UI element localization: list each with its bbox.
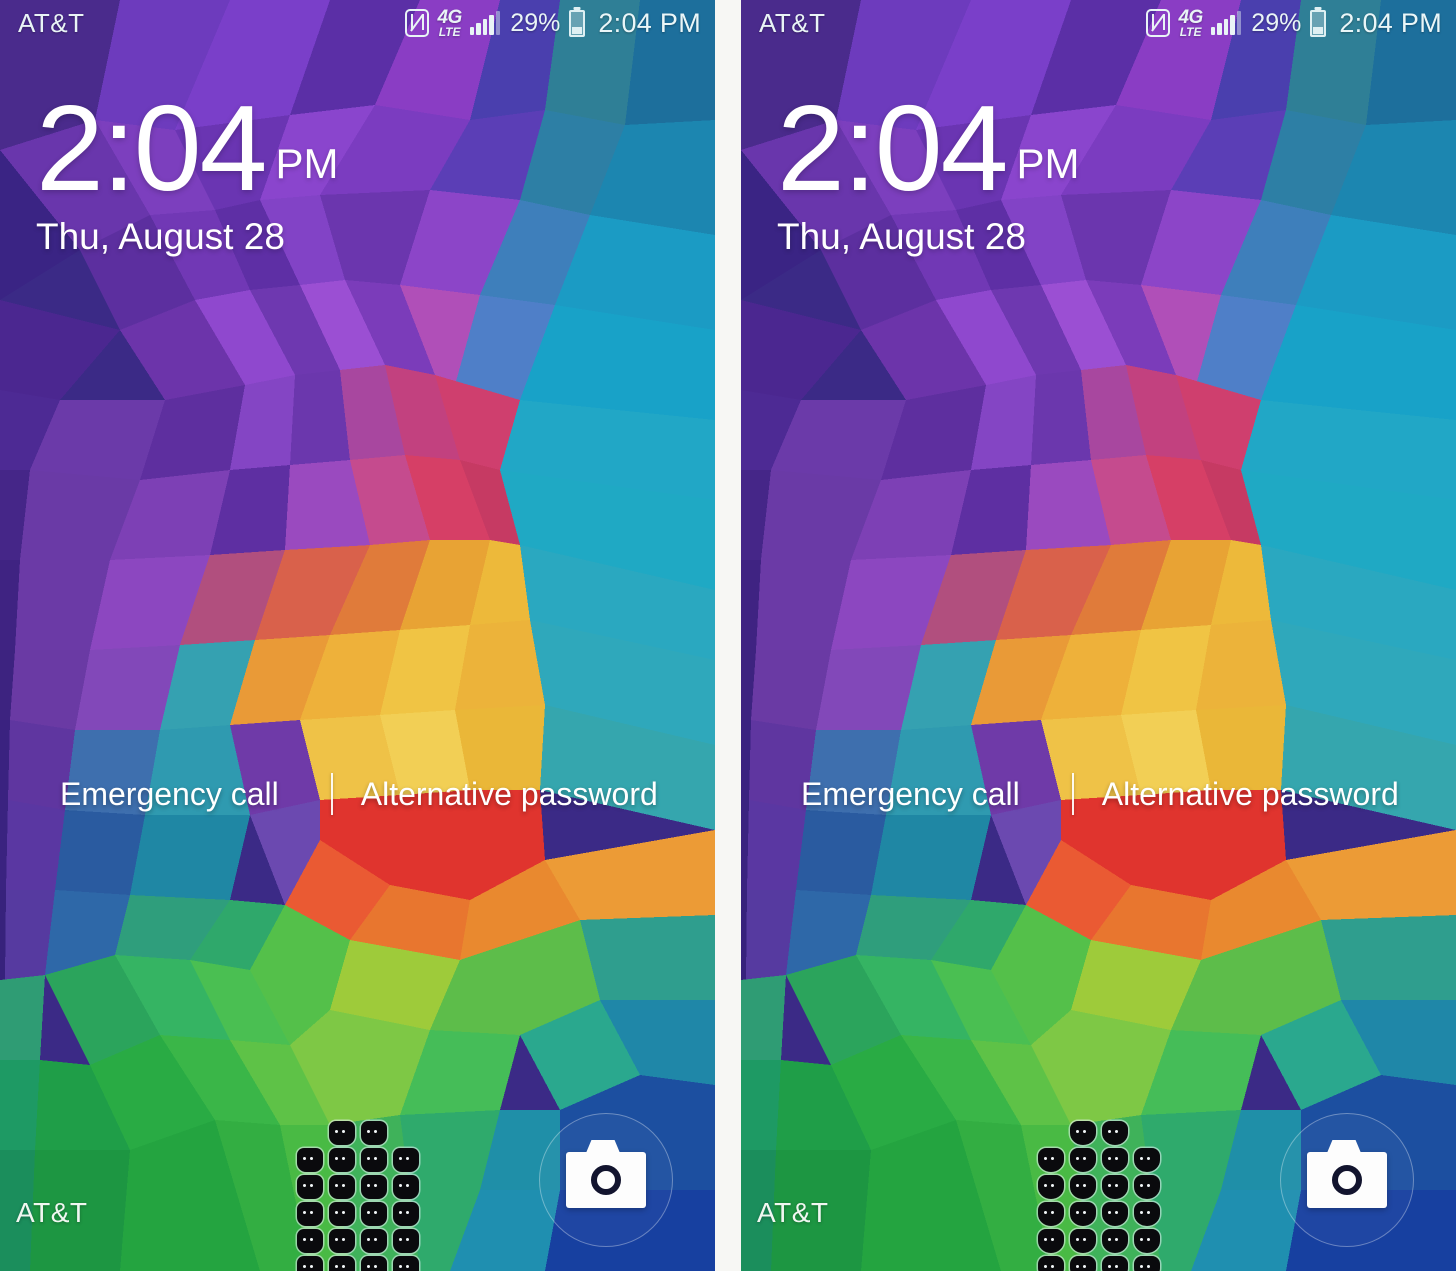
status-bar: AT&T 4G LTE 29% 2:04 PM — [741, 0, 1456, 46]
network-type-icon: 4G LTE — [1178, 8, 1203, 39]
network-sub-label: LTE — [1179, 25, 1202, 39]
clock-time-row: 2:04 PM — [36, 80, 339, 216]
status-carrier-label: AT&T — [759, 7, 826, 38]
lock-actions-row: Emergency call Alternative password — [0, 770, 715, 818]
clock-date: Thu, August 28 — [777, 216, 1026, 258]
alternative-password-button[interactable]: Alternative password — [361, 776, 658, 813]
signal-bars-icon — [1210, 11, 1242, 35]
clock-widget[interactable]: 2:04 PM Thu, August 28 — [36, 80, 339, 258]
network-type-icon: 4G LTE — [437, 8, 462, 39]
signal-bars-icon — [469, 11, 501, 35]
clock-time: 2:04 — [777, 80, 1008, 216]
action-divider — [330, 773, 333, 815]
network-sub-label: LTE — [438, 25, 461, 39]
camera-lens — [1332, 1165, 1362, 1195]
battery-percent-label: 29% — [510, 8, 561, 37]
status-icons: 4G LTE 29% 2:04 PM — [405, 8, 701, 39]
clock-date: Thu, August 28 — [36, 216, 285, 258]
status-time-label: 2:04 PM — [598, 7, 701, 38]
emergency-call-button[interactable]: Emergency call — [801, 776, 1020, 813]
status-carrier-label: AT&T — [18, 7, 85, 38]
nfc-icon — [405, 9, 430, 37]
nfc-icon — [1146, 9, 1171, 37]
alternative-password-button[interactable]: Alternative password — [1102, 776, 1399, 813]
camera-shortcut-button[interactable] — [1280, 1113, 1414, 1247]
comparison-screenshot: AT&T 4G LTE 29% 2:04 PM 2:04 PM Thu, Aug… — [0, 0, 1456, 1271]
clock-widget[interactable]: 2:04 PM Thu, August 28 — [777, 80, 1080, 258]
status-icons: 4G LTE 29% 2:04 PM — [1146, 8, 1442, 39]
bottom-carrier-label: AT&T — [757, 1197, 829, 1228]
camera-icon — [566, 1152, 646, 1208]
status-time-label: 2:04 PM — [1339, 7, 1442, 38]
status-bar: AT&T 4G LTE 29% 2:04 PM — [0, 0, 715, 46]
lockscreen-right: AT&T 4G LTE 29% 2:04 PM 2:04 PM Thu, Aug… — [741, 0, 1456, 1271]
camera-icon — [1307, 1152, 1387, 1208]
clock-time-row: 2:04 PM — [777, 80, 1080, 216]
panel-divider-gap — [715, 0, 741, 1271]
battery-percent-label: 29% — [1251, 8, 1302, 37]
emergency-call-button[interactable]: Emergency call — [60, 776, 279, 813]
clock-ampm: PM — [1016, 140, 1080, 188]
clock-ampm: PM — [275, 140, 339, 188]
clock-time: 2:04 — [36, 80, 267, 216]
camera-shortcut-button[interactable] — [539, 1113, 673, 1247]
battery-icon — [569, 9, 586, 37]
bottom-carrier-label: AT&T — [16, 1197, 88, 1228]
action-divider — [1071, 773, 1074, 815]
camera-lens — [591, 1165, 621, 1195]
battery-icon — [1310, 9, 1327, 37]
lock-actions-row: Emergency call Alternative password — [741, 770, 1456, 818]
lockscreen-left: AT&T 4G LTE 29% 2:04 PM 2:04 PM Thu, Aug… — [0, 0, 715, 1271]
